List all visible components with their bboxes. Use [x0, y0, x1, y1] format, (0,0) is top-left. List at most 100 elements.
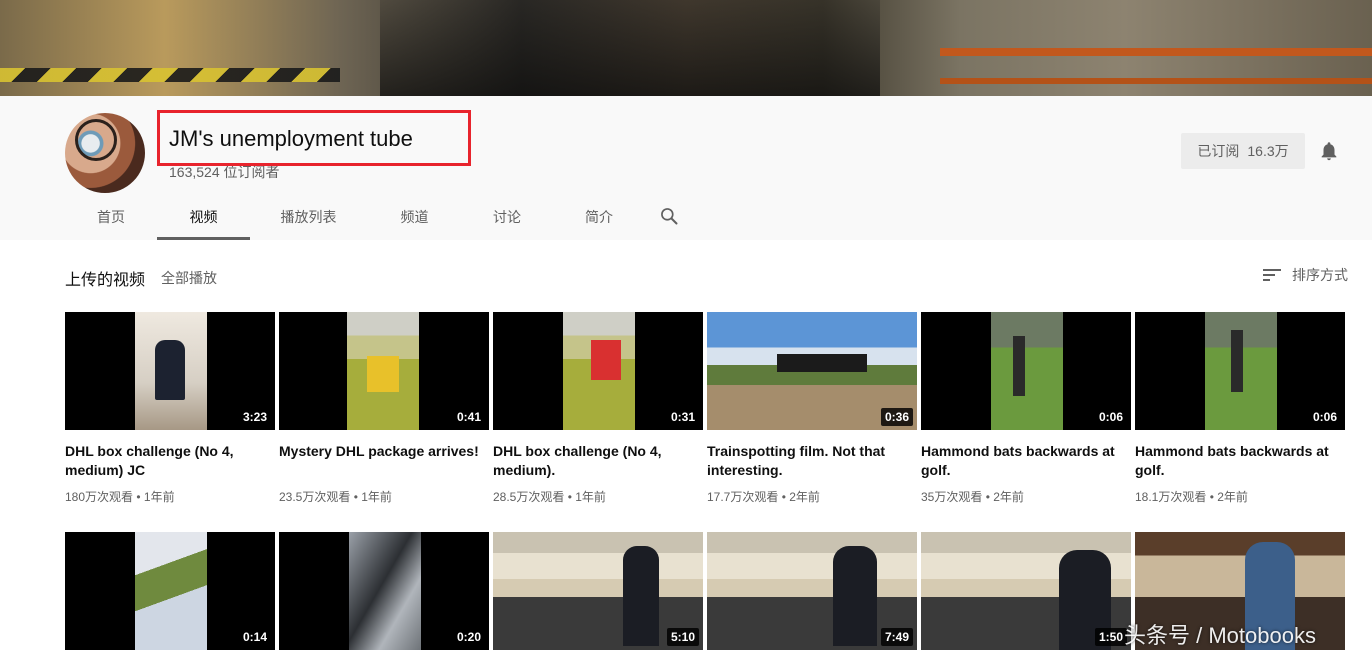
- sort-icon: [1263, 269, 1281, 281]
- video-thumbnail[interactable]: 7:49: [707, 532, 917, 650]
- video-card[interactable]: 0:31 DHL box challenge (No 4, medium). 2…: [493, 312, 703, 505]
- tab-label: 简介: [585, 209, 613, 225]
- video-duration: 5:10: [666, 628, 699, 646]
- video-card[interactable]: 0:06 Hammond bats backwards at golf. 35万…: [921, 312, 1131, 505]
- thumbnail-figure: [1013, 336, 1025, 396]
- video-card[interactable]: 0:06 Hammond bats backwards at golf. 18.…: [1135, 312, 1345, 505]
- video-title[interactable]: DHL box challenge (No 4, medium) JC: [65, 442, 275, 480]
- video-thumbnail[interactable]: 0:06: [921, 312, 1131, 430]
- video-thumbnail[interactable]: 3:23: [65, 312, 275, 430]
- video-title[interactable]: Mystery DHL package arrives!: [279, 442, 489, 480]
- subscribed-count: 16.3万: [1247, 143, 1289, 159]
- banner-shape: [380, 0, 880, 96]
- video-card[interactable]: 0:20: [279, 532, 489, 650]
- channel-banner: [0, 0, 1372, 96]
- video-card[interactable]: 7:49: [707, 532, 917, 650]
- thumbnail-figure: [833, 546, 877, 646]
- video-card[interactable]: 5:10: [493, 532, 703, 650]
- thumbnail-image: [349, 532, 421, 650]
- video-thumbnail[interactable]: 0:20: [279, 532, 489, 650]
- video-meta: 35万次观看 • 2年前: [921, 488, 1131, 505]
- subscribed-button[interactable]: 已订阅 16.3万: [1181, 133, 1305, 169]
- video-thumbnail[interactable]: 5:10: [493, 532, 703, 650]
- view-count: 17.7万次观看: [707, 490, 779, 504]
- video-title[interactable]: Trainspotting film. Not that interesting…: [707, 442, 917, 480]
- subscribed-label: 已订阅: [1197, 143, 1240, 159]
- video-card[interactable]: 0:14: [65, 532, 275, 650]
- video-meta: 18.1万次观看 • 2年前: [1135, 488, 1345, 505]
- sort-button[interactable]: 排序方式: [1262, 265, 1348, 285]
- video-duration: 0:36: [880, 408, 913, 426]
- tab-label: 频道: [400, 209, 429, 225]
- tab-home[interactable]: 首页: [65, 196, 157, 240]
- video-duration: 0:06: [1094, 408, 1127, 426]
- tab-playlists[interactable]: 播放列表: [250, 196, 367, 240]
- video-row: 3:23 DHL box challenge (No 4, medium) JC…: [65, 312, 1345, 505]
- tab-about[interactable]: 简介: [552, 196, 646, 240]
- video-duration: 3:23: [238, 408, 271, 426]
- video-duration: 0:20: [452, 628, 485, 646]
- video-thumbnail[interactable]: 0:31: [493, 312, 703, 430]
- video-title[interactable]: Hammond bats backwards at golf.: [1135, 442, 1345, 480]
- thumbnail-image: [991, 312, 1063, 430]
- meta-separator: •: [136, 490, 141, 504]
- video-duration: 0:14: [238, 628, 271, 646]
- tab-label: 讨论: [493, 209, 521, 225]
- play-all-button[interactable]: 全部播放: [161, 268, 217, 288]
- watermark-text: 头条号 / Motobooks: [1124, 623, 1316, 648]
- view-count: 28.5万次观看: [493, 490, 565, 504]
- tab-label: 视频: [189, 209, 218, 225]
- video-meta: 17.7万次观看 • 2年前: [707, 488, 917, 505]
- video-thumbnail[interactable]: 0:14: [65, 532, 275, 650]
- channel-header: JM's unemployment tube 163,524 位订阅者 已订阅 …: [0, 96, 1372, 240]
- channel-avatar[interactable]: [65, 113, 145, 193]
- meta-separator: •: [781, 490, 786, 504]
- video-title[interactable]: DHL box challenge (No 4, medium).: [493, 442, 703, 480]
- tab-label: 播放列表: [280, 209, 337, 225]
- view-count: 180万次观看: [65, 490, 134, 504]
- video-title[interactable]: Hammond bats backwards at golf.: [921, 442, 1131, 480]
- upload-age: 2年前: [993, 490, 1024, 504]
- banner-shelf: [940, 48, 1372, 56]
- video-card[interactable]: 0:36 Trainspotting film. Not that intere…: [707, 312, 917, 505]
- tab-discussion[interactable]: 讨论: [462, 196, 552, 240]
- upload-age: 2年前: [1217, 490, 1248, 504]
- notification-bell-icon[interactable]: [1318, 140, 1340, 162]
- tab-channels[interactable]: 频道: [367, 196, 462, 240]
- video-duration: 0:06: [1308, 408, 1341, 426]
- videos-section: 上传的视频 全部播放 排序方式 3:23 DHL box challenge (…: [0, 240, 1372, 653]
- meta-separator: •: [985, 490, 990, 504]
- video-thumbnail[interactable]: 1:50: [921, 532, 1131, 650]
- tab-label: 首页: [97, 209, 125, 225]
- highlight-annotation-box: [157, 110, 471, 166]
- banner-shelf: [940, 78, 1372, 84]
- avatar-lens: [75, 119, 117, 161]
- upload-age: 1年前: [143, 490, 175, 504]
- video-thumbnail[interactable]: 0:06: [1135, 312, 1345, 430]
- thumbnail-image: [135, 532, 207, 650]
- video-duration: 7:49: [880, 628, 913, 646]
- video-card[interactable]: 1:50: [921, 532, 1131, 650]
- view-count: 23.5万次观看: [279, 490, 351, 504]
- meta-separator: •: [353, 490, 358, 504]
- view-count: 18.1万次观看: [1135, 490, 1207, 504]
- video-card[interactable]: 0:41 Mystery DHL package arrives! 23.5万次…: [279, 312, 489, 505]
- tab-videos[interactable]: 视频: [157, 196, 250, 240]
- video-duration: 1:50: [1094, 628, 1127, 646]
- uploads-heading: 上传的视频: [65, 272, 146, 289]
- channel-search-button[interactable]: [646, 196, 692, 240]
- meta-separator: •: [1209, 490, 1214, 504]
- thumbnail-figure: [1231, 330, 1243, 392]
- upload-age: 2年前: [789, 490, 820, 504]
- upload-age: 1年前: [575, 490, 606, 504]
- view-count: 35万次观看: [921, 490, 983, 504]
- thumbnail-figure: [155, 340, 185, 400]
- thumbnail-figure: [623, 546, 659, 646]
- video-card[interactable]: 3:23 DHL box challenge (No 4, medium) JC…: [65, 312, 275, 505]
- meta-separator: •: [567, 490, 572, 504]
- thumbnail-figure: [591, 340, 621, 380]
- video-thumbnail[interactable]: 0:41: [279, 312, 489, 430]
- video-duration: 0:41: [452, 408, 485, 426]
- video-thumbnail[interactable]: 0:36: [707, 312, 917, 430]
- thumbnail-train: [777, 354, 867, 372]
